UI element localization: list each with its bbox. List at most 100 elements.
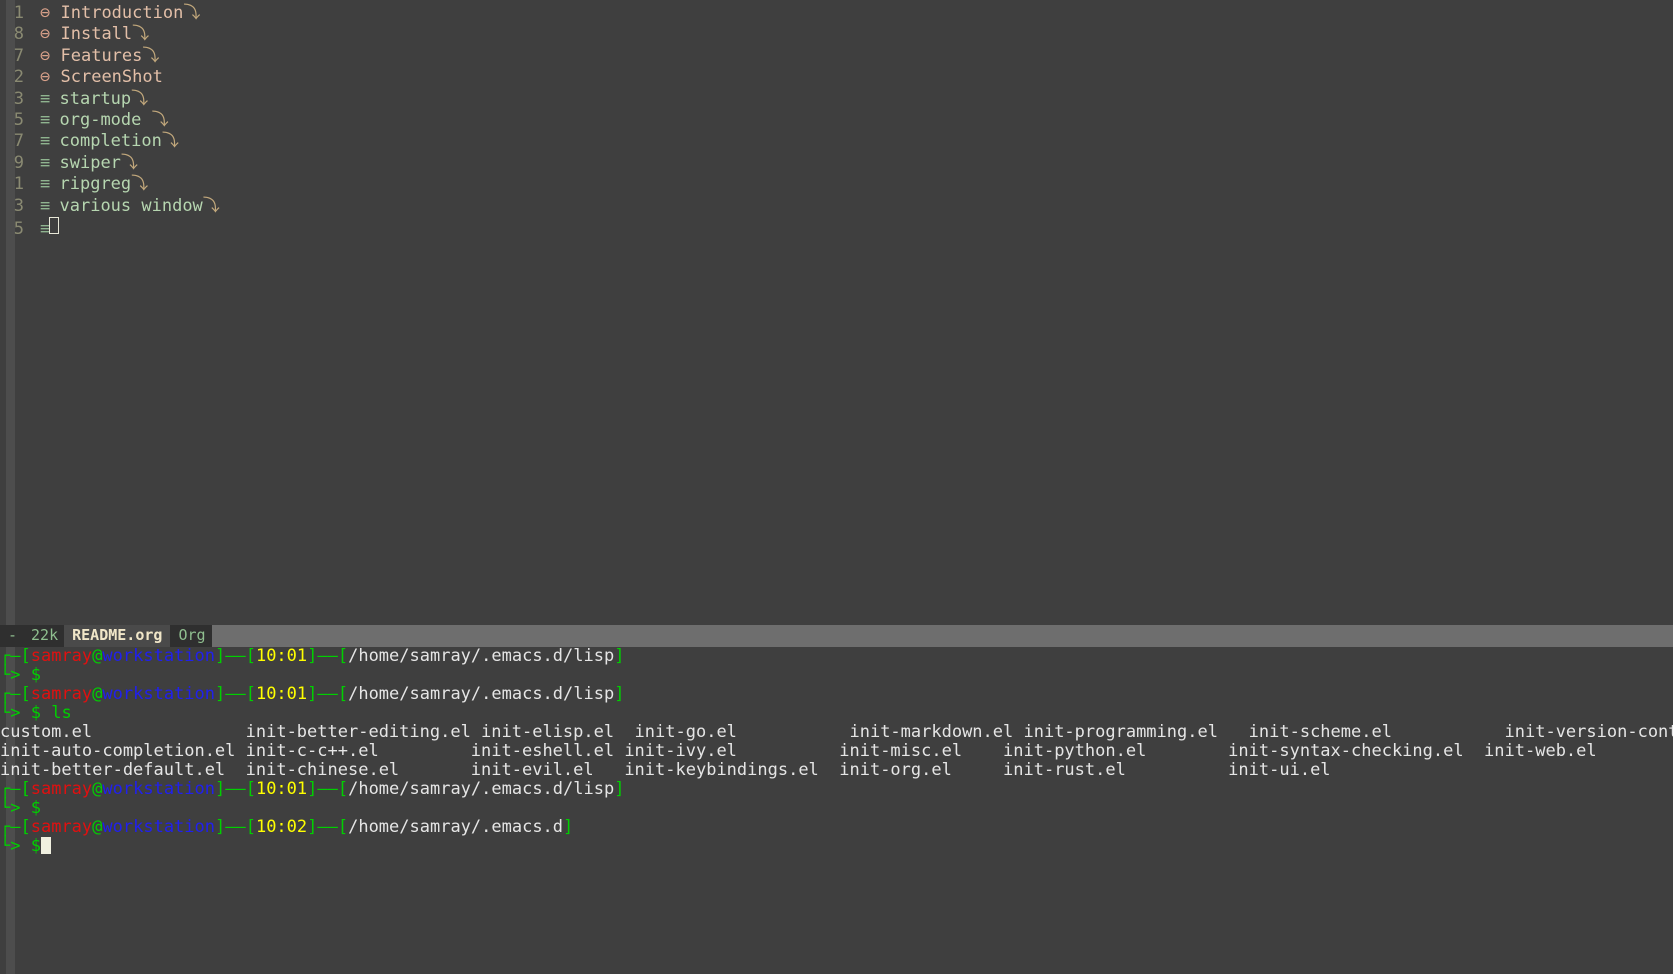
org-subheading-bullet-icon[interactable]: ≡ xyxy=(40,219,50,240)
org-outline-list: 1 ⊖ Introduction ⤵ 8 ⊖ Install ⤵ 7 ⊖ Feature… xyxy=(0,3,1673,240)
fold-indicator-icon[interactable]: ⤵ xyxy=(162,131,179,152)
org-indent-gutter xyxy=(24,89,40,110)
prompt-hostname: workstation xyxy=(102,779,215,799)
modeline-major-mode-group[interactable]: Org xyxy=(170,625,212,647)
prompt-bracket: ] xyxy=(614,684,625,704)
line-number: 5 xyxy=(13,218,24,239)
org-heading-title[interactable]: startup xyxy=(60,89,132,110)
line-number: 1 xyxy=(13,174,24,195)
text-cursor xyxy=(49,216,60,234)
org-heading-bullet-icon[interactable]: ⊖ xyxy=(40,3,50,24)
prompt-at-symbol: @ xyxy=(92,779,103,799)
line-number: 3 xyxy=(13,88,24,109)
modeline-major-mode: Org xyxy=(178,626,206,645)
org-subheading-bullet-icon[interactable]: ≡ xyxy=(40,89,50,110)
org-subheading-bullet-icon[interactable]: ≡ xyxy=(40,110,50,131)
org-heading-row[interactable]: 9 ≡ swiper ⤵ xyxy=(0,153,1673,174)
org-heading-title[interactable]: ScreenShot xyxy=(61,67,163,88)
org-heading-title[interactable]: completion xyxy=(60,131,162,152)
prompt-username: samray xyxy=(30,779,93,799)
prompt-path: /home/samray/.emacs.d/lisp xyxy=(348,647,615,666)
org-subheading-bullet-icon[interactable]: ≡ xyxy=(40,196,50,217)
eshell-output-row: init-better-default.el init-chinese.el i… xyxy=(0,761,1673,780)
prompt-separator: ]——[ xyxy=(215,684,256,704)
org-heading-bullet-icon[interactable]: ⊖ xyxy=(40,46,50,67)
prompt-separator: ]——[ xyxy=(215,817,256,837)
line-number: 7 xyxy=(13,45,24,66)
org-indent-gutter xyxy=(24,196,40,217)
eshell-prompt-line-top: ┌—[samray@workstation]——[10:02]——[/home/… xyxy=(0,818,1673,837)
org-heading-title[interactable]: Install xyxy=(61,24,133,45)
line-number: 3 xyxy=(13,195,24,216)
prompt-separator: ]——[ xyxy=(307,817,349,837)
org-heading-bullet-icon[interactable]: ⊖ xyxy=(40,24,50,45)
line-number: 9 xyxy=(13,152,24,173)
eshell-content: ┌—[samray@workstation]——[10:01]——[/home/… xyxy=(0,647,1673,856)
prompt-corner-icon: └> xyxy=(0,836,31,856)
org-indent-gutter xyxy=(24,67,40,88)
org-heading-title[interactable]: Introduction xyxy=(61,3,184,24)
eshell-prompt-line-bottom[interactable]: └> $ xyxy=(0,837,1673,856)
prompt-path: /home/samray/.emacs.d/lisp xyxy=(348,684,615,704)
org-heading-row[interactable]: 8 ⊖ Install ⤵ xyxy=(0,24,1673,45)
org-heading-row[interactable]: 5 ≡ xyxy=(0,216,1673,240)
org-buffer-window[interactable]: 1 ⊖ Introduction ⤵ 8 ⊖ Install ⤵ 7 ⊖ Feature… xyxy=(0,0,1673,625)
modeline-buffer-name-group[interactable]: README.org xyxy=(64,625,171,647)
fold-indicator-icon[interactable]: ⤵ xyxy=(132,24,149,45)
org-heading-title[interactable]: Features xyxy=(61,46,143,67)
org-indent-gutter xyxy=(24,24,40,45)
org-subheading-bullet-icon[interactable]: ≡ xyxy=(40,174,50,195)
prompt-bracket: [ xyxy=(20,647,31,666)
org-indent-gutter xyxy=(24,153,40,174)
eshell-window[interactable]: ┌—[samray@workstation]——[10:01]——[/home/… xyxy=(0,647,1673,974)
modeline-modified-indicator: - xyxy=(8,626,18,645)
modeline-filler xyxy=(211,625,1673,647)
org-heading-title[interactable]: swiper xyxy=(60,153,121,174)
prompt-bracket: ] xyxy=(563,817,574,837)
prompt-separator: ]——[ xyxy=(307,684,349,704)
fold-indicator-icon[interactable]: ⤵ xyxy=(152,110,169,131)
prompt-sigil: $ xyxy=(30,665,41,685)
prompt-corner-icon: ┌— xyxy=(0,817,21,837)
eshell-prompt-line-top: ┌—[samray@workstation]——[10:01]——[/home/… xyxy=(0,780,1673,799)
prompt-sigil: $ xyxy=(30,836,41,856)
line-number: 1 xyxy=(13,3,24,23)
org-subheading-bullet-icon[interactable]: ≡ xyxy=(40,153,50,174)
eshell-prompt-line-bottom[interactable]: └> $ xyxy=(0,666,1673,685)
fold-indicator-icon[interactable]: ⤵ xyxy=(131,89,148,110)
org-heading-title[interactable]: various window xyxy=(60,196,203,217)
prompt-hostname: workstation xyxy=(102,647,215,666)
org-heading-row[interactable]: 3 ≡ startup ⤵ xyxy=(0,89,1673,110)
eshell-prompt-line-bottom[interactable]: └> $ xyxy=(0,799,1673,818)
org-heading-title[interactable]: org-mode xyxy=(60,110,152,131)
org-heading-row[interactable]: 3 ≡ various window ⤵ xyxy=(0,196,1673,217)
eshell-output-row: init-auto-completion.el init-c-c++.el in… xyxy=(0,742,1673,761)
org-heading-bullet-icon[interactable]: ⊖ xyxy=(40,67,50,88)
org-subheading-bullet-icon[interactable]: ≡ xyxy=(40,131,50,152)
org-heading-row[interactable]: 1 ≡ ripgreg ⤵ xyxy=(0,174,1673,195)
org-heading-row[interactable]: 7 ⊖ Features ⤵ xyxy=(0,46,1673,67)
org-heading-title[interactable]: ripgreg xyxy=(60,174,132,195)
org-heading-row[interactable]: 2 ⊖ ScreenShot xyxy=(0,67,1673,88)
fold-indicator-icon[interactable]: ⤵ xyxy=(203,196,220,217)
fold-indicator-icon[interactable]: ⤵ xyxy=(121,153,138,174)
org-indent-gutter xyxy=(24,46,40,67)
eshell-command-input[interactable]: ls xyxy=(41,703,71,723)
eshell-file-list: init-auto-completion.el init-c-c++.el in… xyxy=(0,741,1597,761)
fold-indicator-icon[interactable]: ⤵ xyxy=(142,46,159,67)
org-indent-gutter xyxy=(24,131,40,152)
org-heading-row[interactable]: 5 ≡ org-mode ⤵ xyxy=(0,110,1673,131)
eshell-prompt-line-bottom[interactable]: └> $ ls xyxy=(0,704,1673,723)
fold-indicator-icon[interactable]: ⤵ xyxy=(183,3,200,24)
fold-indicator-icon[interactable]: ⤵ xyxy=(131,174,148,195)
org-heading-row[interactable]: 7 ≡ completion ⤵ xyxy=(0,131,1673,152)
prompt-time: 10:02 xyxy=(255,817,308,837)
org-heading-row[interactable]: 1 ⊖ Introduction ⤵ xyxy=(0,3,1673,24)
modeline[interactable]: - 22k README.org Org xyxy=(0,625,1673,647)
prompt-sigil: $ xyxy=(30,703,41,723)
prompt-hostname: workstation xyxy=(102,817,215,837)
